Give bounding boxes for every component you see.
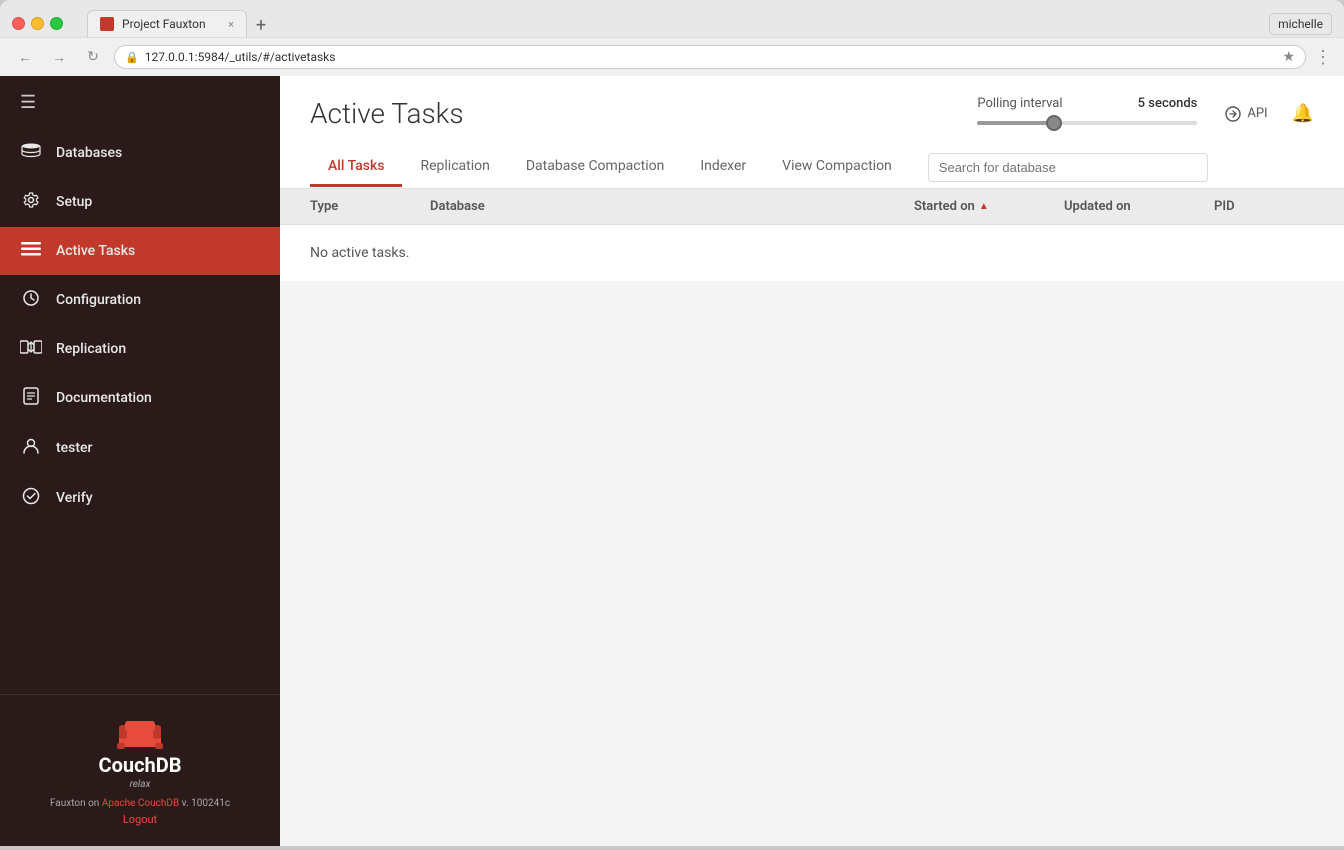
table-header: Type Database Started on ▲ Updated on PI… <box>280 189 1344 225</box>
sidebar-label-setup: Setup <box>56 194 92 210</box>
header-controls: Polling interval 5 seconds <box>977 96 1314 131</box>
sidebar-label-documentation: Documentation <box>56 390 152 406</box>
apache-couchdb-link[interactable]: Apache CouchDB <box>102 798 179 809</box>
tab-title: Project Fauxton <box>122 17 206 31</box>
sidebar-label-databases: Databases <box>56 145 122 161</box>
sidebar-footer: CouchDB relax Fauxton on Apache CouchDB … <box>0 694 280 846</box>
tab-indexer[interactable]: Indexer <box>682 148 764 187</box>
fauxton-text: Fauxton on <box>50 798 102 809</box>
traffic-lights <box>12 17 63 30</box>
column-updated-on: Updated on <box>1064 199 1214 214</box>
address-bar[interactable]: 🔒 127.0.0.1:5984/_utils/#/activetasks ★ <box>114 45 1306 69</box>
sidebar-item-setup[interactable]: Setup <box>0 177 280 227</box>
active-tasks-icon <box>20 241 42 261</box>
column-started-on[interactable]: Started on ▲ <box>914 199 1064 214</box>
tab-database-compaction[interactable]: Database Compaction <box>508 148 682 187</box>
browser-titlebar: Project Fauxton × + michelle <box>0 0 1344 37</box>
back-button[interactable]: ← <box>12 44 38 70</box>
user-icon <box>20 437 42 459</box>
logo-text: CouchDB <box>99 753 182 777</box>
api-label: API <box>1247 106 1267 121</box>
sidebar-label-configuration: Configuration <box>56 292 141 308</box>
sidebar-header: ☰ <box>0 76 280 129</box>
browser-tab[interactable]: Project Fauxton × <box>87 10 247 37</box>
column-type: Type <box>310 199 430 214</box>
bookmark-icon[interactable]: ★ <box>1282 49 1295 65</box>
couchdb-logo-icon <box>115 715 165 751</box>
sidebar-item-configuration[interactable]: Configuration <box>0 275 280 325</box>
bell-icon[interactable]: 🔔 <box>1292 103 1314 124</box>
sort-arrow-started-on: ▲ <box>979 201 989 212</box>
page-title: Active Tasks <box>310 97 464 130</box>
replication-icon <box>20 339 42 359</box>
column-pid: PID <box>1214 199 1314 214</box>
version-text: v. 100241c <box>179 798 230 809</box>
sidebar: ☰ Databases <box>0 76 280 846</box>
sidebar-label-tester: tester <box>56 440 92 456</box>
close-button[interactable] <box>12 17 25 30</box>
api-button[interactable]: API <box>1217 102 1275 126</box>
no-tasks-message: No active tasks. <box>310 245 1314 261</box>
tab-replication[interactable]: Replication <box>402 148 507 187</box>
search-input[interactable] <box>928 153 1208 182</box>
url-text: 127.0.0.1:5984/_utils/#/activetasks <box>145 50 1277 64</box>
refresh-button[interactable]: ↻ <box>80 44 106 70</box>
maximize-button[interactable] <box>50 17 63 30</box>
configuration-icon <box>20 289 42 311</box>
hamburger-icon[interactable]: ☰ <box>20 92 36 113</box>
logo-relax: relax <box>130 779 151 790</box>
logo-name: CouchDB <box>99 753 182 777</box>
app-container: ☰ Databases <box>0 76 1344 846</box>
documentation-icon <box>20 387 42 409</box>
tabs-bar: All Tasks Replication Database Compactio… <box>310 147 1314 188</box>
slider-track <box>977 115 1197 131</box>
polling-label-row: Polling interval 5 seconds <box>977 96 1197 111</box>
minimize-button[interactable] <box>31 17 44 30</box>
sidebar-label-active-tasks: Active Tasks <box>56 243 135 259</box>
lock-icon: 🔒 <box>125 51 139 64</box>
sidebar-item-databases[interactable]: Databases <box>0 129 280 177</box>
api-icon <box>1225 106 1241 122</box>
tab-favicon <box>100 17 114 31</box>
browser-tabs: Project Fauxton × + <box>87 10 1261 37</box>
sidebar-label-replication: Replication <box>56 341 126 357</box>
toolbar-right: michelle <box>1269 13 1332 35</box>
new-tab-button[interactable]: + <box>247 13 275 37</box>
table-area: Type Database Started on ▲ Updated on PI… <box>280 189 1344 281</box>
main-header: Active Tasks Polling interval 5 seconds <box>280 76 1344 189</box>
header-icons: API 🔔 <box>1217 102 1314 126</box>
databases-icon <box>20 143 42 163</box>
search-tab <box>910 147 1314 188</box>
main-content: Active Tasks Polling interval 5 seconds <box>280 76 1344 846</box>
browser-toolbar: ← → ↻ 🔒 127.0.0.1:5984/_utils/#/activeta… <box>0 37 1344 76</box>
tab-all-tasks[interactable]: All Tasks <box>310 148 402 187</box>
browser-menu-icon[interactable]: ⋮ <box>1314 47 1332 68</box>
verify-icon <box>20 487 42 509</box>
tab-close-button[interactable]: × <box>228 18 234 31</box>
couchdb-logo: CouchDB relax <box>20 715 260 790</box>
table-body: No active tasks. <box>280 225 1344 281</box>
tab-view-compaction[interactable]: View Compaction <box>764 148 910 187</box>
setup-icon <box>20 191 42 213</box>
sidebar-item-tester[interactable]: tester <box>0 423 280 473</box>
polling-section: Polling interval 5 seconds <box>977 96 1197 131</box>
polling-value: 5 seconds <box>1138 96 1198 111</box>
logout-link[interactable]: Logout <box>20 813 260 826</box>
polling-label: Polling interval <box>977 96 1062 111</box>
sidebar-label-verify: Verify <box>56 490 93 506</box>
column-database: Database <box>430 199 914 214</box>
footer-text: Fauxton on Apache CouchDB v. 100241c <box>20 798 260 809</box>
browser-window: Project Fauxton × + michelle ← → ↻ 🔒 127… <box>0 0 1344 76</box>
forward-button[interactable]: → <box>46 44 72 70</box>
user-badge: michelle <box>1269 13 1332 35</box>
sidebar-item-documentation[interactable]: Documentation <box>0 373 280 423</box>
sidebar-item-replication[interactable]: Replication <box>0 325 280 373</box>
sidebar-item-verify[interactable]: Verify <box>0 473 280 523</box>
main-header-top: Active Tasks Polling interval 5 seconds <box>310 96 1314 131</box>
sidebar-nav: Databases Setup <box>0 129 280 694</box>
sidebar-item-active-tasks[interactable]: Active Tasks <box>0 227 280 275</box>
